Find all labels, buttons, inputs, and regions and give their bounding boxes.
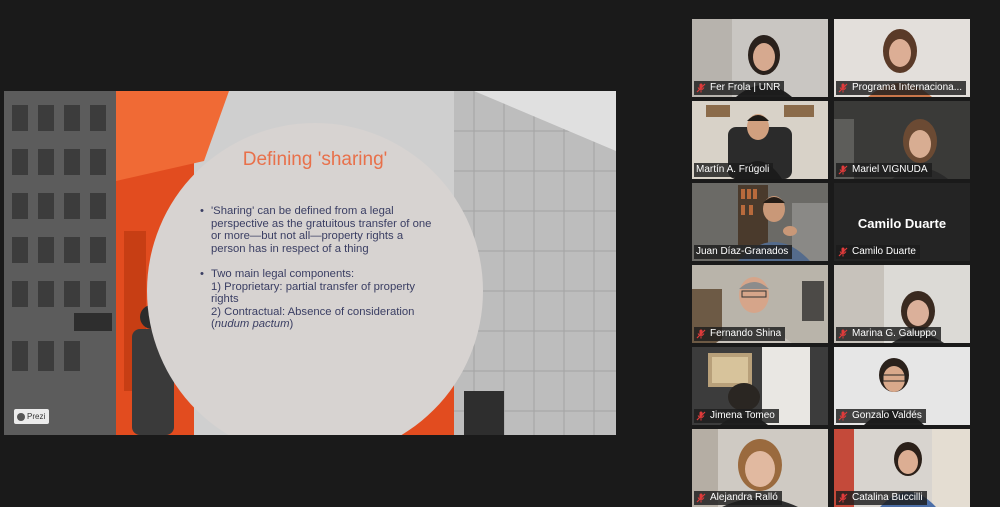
slide-text-line: person has in respect of a thing <box>211 242 369 255</box>
mic-off-icon <box>838 83 848 93</box>
participant-tile[interactable]: Programa Internaciona... <box>834 19 970 97</box>
participant-tile[interactable]: Gonzalo Valdés <box>834 347 970 425</box>
participant-name: Jimena Tomeo <box>710 410 775 421</box>
slide-text-line: Two main legal components: <box>211 268 355 280</box>
slide-bullet-components: Two main legal components: 1) Proprietar… <box>200 268 450 331</box>
mic-off-icon <box>696 83 706 93</box>
participant-name: Catalina Buccilli <box>852 492 923 503</box>
participant-name-label: Programa Internaciona... <box>836 81 967 95</box>
mic-off-icon <box>838 329 848 339</box>
slide-title: Defining 'sharing' <box>242 149 388 170</box>
participant-name: Programa Internaciona... <box>852 82 963 93</box>
latin-term: nudum pactum <box>214 318 290 330</box>
participant-name-label: Martín A. Frúgoli <box>694 163 774 177</box>
mic-off-icon <box>838 493 848 503</box>
slide-text-line: (nudum pactum) <box>211 318 450 331</box>
slide-text-line: or more—but not all—property rights a <box>211 230 404 242</box>
prezi-logo-icon <box>17 412 25 421</box>
participant-name-label: Alejandra Ralló <box>694 491 782 505</box>
participant-name-label: Camilo Duarte <box>836 245 920 259</box>
participant-tile[interactable]: Marina G. Galuppo <box>834 265 970 343</box>
slide-text-line: 2) Contractual: Absence of consideration <box>211 305 415 318</box>
mic-off-icon <box>696 411 706 421</box>
participant-tile[interactable]: Alejandra Ralló <box>692 429 828 507</box>
participant-name: Juan Díaz-Granados <box>696 246 789 257</box>
slide-bullet-list: 'Sharing' can be defined from a legal pe… <box>200 205 450 331</box>
participant-name-label: Fernando Shina <box>694 327 786 341</box>
slide-bullet-definition: 'Sharing' can be defined from a legal pe… <box>200 205 450 255</box>
participant-tile-active-speaker[interactable]: Juan Díaz-Granados <box>692 183 828 261</box>
participant-name: Fernando Shina <box>710 328 782 339</box>
participant-name-label: Catalina Buccilli <box>836 491 927 505</box>
participant-tile[interactable]: Jimena Tomeo <box>692 347 828 425</box>
participant-name: Marina G. Galuppo <box>852 328 937 339</box>
paren-close: ) <box>289 318 294 330</box>
participant-display-name: Camilo Duarte <box>857 216 947 231</box>
slide-text-line: 'Sharing' can be defined from a legal <box>211 205 394 217</box>
participant-name: Gonzalo Valdés <box>852 410 922 421</box>
participant-tile[interactable]: Martín A. Frúgoli <box>692 101 828 179</box>
slide-text-line: perspective as the gratuitous transfer o… <box>211 217 432 230</box>
participant-name-label: Juan Díaz-Granados <box>694 245 793 259</box>
participant-tile-video-off[interactable]: Camilo Duarte Camilo Duarte <box>834 183 970 261</box>
participant-tile[interactable]: Catalina Buccilli <box>834 429 970 507</box>
mic-off-icon <box>838 165 848 175</box>
participant-name-label: Marina G. Galuppo <box>836 327 941 341</box>
mic-off-icon <box>696 493 706 503</box>
participant-name-label: Jimena Tomeo <box>694 409 779 423</box>
participant-tile[interactable]: Mariel VIGNUDA <box>834 101 970 179</box>
slide-text-line: 1) Proprietary: partial transfer of prop… <box>211 280 416 293</box>
participant-name-label: Fer Frola | UNR <box>694 81 785 95</box>
mic-off-icon <box>838 411 848 421</box>
participant-name: Fer Frola | UNR <box>710 82 781 93</box>
participant-name-label: Gonzalo Valdés <box>836 409 926 423</box>
participant-tile[interactable]: Fer Frola | UNR <box>692 19 828 97</box>
mic-off-icon <box>696 329 706 339</box>
mic-off-icon <box>838 247 848 257</box>
participant-name: Alejandra Ralló <box>710 492 778 503</box>
prezi-badge-label: Prezi <box>27 412 46 421</box>
participant-name: Martín A. Frúgoli <box>696 164 770 175</box>
participant-name: Camilo Duarte <box>852 246 916 257</box>
participant-name-label: Mariel VIGNUDA <box>836 163 932 177</box>
shared-screen-slide: Defining 'sharing' 'Sharing' can be defi… <box>4 91 616 435</box>
participant-tile[interactable]: Fernando Shina <box>692 265 828 343</box>
slide-text-line: rights <box>211 293 239 305</box>
participant-name: Mariel VIGNUDA <box>852 164 928 175</box>
prezi-badge: Prezi <box>14 409 50 424</box>
